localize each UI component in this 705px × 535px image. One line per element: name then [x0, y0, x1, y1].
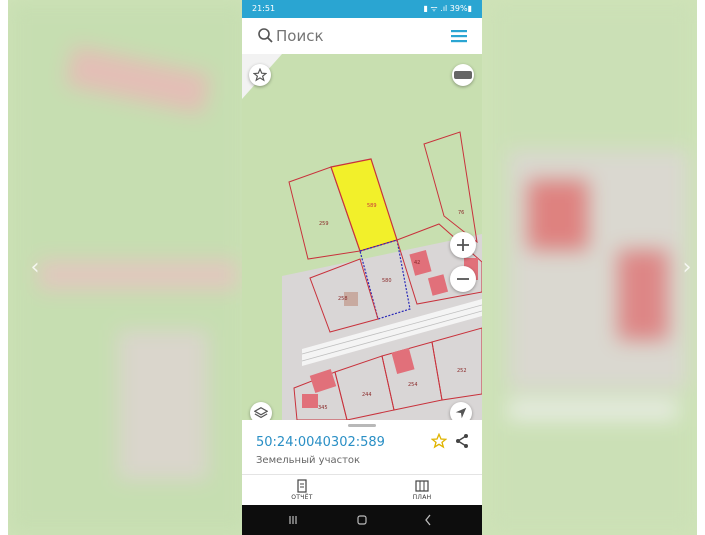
- parcel-label: 244: [362, 392, 372, 398]
- search-input[interactable]: [276, 26, 426, 46]
- gallery-next-button[interactable]: ›: [678, 255, 696, 281]
- star-icon: [253, 68, 267, 82]
- phone-screen: 21:51 ▮ ᯤ .ıl 39%▮ Поиск 589 259 76 580 …: [242, 0, 482, 535]
- menu-icon[interactable]: [450, 28, 468, 44]
- zoom-in-icon: [457, 239, 469, 251]
- bottom-tabs: ОТЧЁТ ПЛАН: [242, 474, 482, 505]
- locate-icon: [455, 407, 467, 419]
- search-bar[interactable]: [242, 18, 482, 55]
- parcel-type: Земельный участок: [256, 455, 361, 466]
- zoom-out-icon: [457, 278, 469, 280]
- parcel-label: 76: [458, 210, 464, 216]
- home-icon: [357, 515, 367, 525]
- recents-button[interactable]: [242, 505, 322, 535]
- favorites-map-button[interactable]: [249, 64, 271, 86]
- parcel-label: 254: [408, 382, 418, 388]
- parcel-label: 259: [319, 221, 329, 227]
- star-icon[interactable]: [431, 433, 447, 449]
- layers-badge-button[interactable]: [452, 64, 474, 86]
- layers-icon: [254, 407, 268, 419]
- gallery-prev-button[interactable]: ‹: [26, 255, 44, 281]
- status-bar: 21:51 ▮ ᯤ .ıl 39%▮: [242, 0, 482, 18]
- parcel-label: 258: [338, 296, 348, 302]
- share-icon[interactable]: [454, 433, 470, 449]
- android-nav-bar: [242, 505, 482, 535]
- status-time: 21:51: [252, 4, 276, 13]
- layers-badge-icon: [454, 71, 472, 79]
- zoom-out-button[interactable]: [450, 266, 476, 292]
- home-button[interactable]: [322, 505, 402, 535]
- parcel-label: 252: [457, 368, 467, 374]
- tab-report[interactable]: ОТЧЁТ: [242, 475, 362, 505]
- map-view[interactable]: 589 259 76 580 42 258 252 254 244 345: [242, 54, 482, 420]
- tab-plan-label: ПЛАН: [412, 494, 432, 501]
- cadastral-number[interactable]: 50:24:0040302:589: [256, 435, 385, 450]
- back-icon: [425, 514, 431, 526]
- search-icon: [258, 28, 273, 43]
- back-button[interactable]: [402, 505, 482, 535]
- recents-icon: [289, 516, 297, 524]
- parcel-label: 42: [414, 260, 420, 266]
- parcel-label: 580: [382, 278, 392, 284]
- parcel-label: 589: [367, 203, 377, 209]
- status-icons: ▮ ᯤ .ıl 39%▮: [423, 4, 472, 13]
- layers-button[interactable]: [250, 402, 272, 420]
- plan-icon: [415, 480, 429, 492]
- parcel-info-sheet[interactable]: 50:24:0040302:589 Земельный участок: [242, 420, 482, 474]
- tab-report-label: ОТЧЁТ: [291, 494, 313, 501]
- zoom-in-button[interactable]: [450, 232, 476, 258]
- parcel-label: 345: [318, 405, 328, 411]
- tab-plan[interactable]: ПЛАН: [362, 475, 482, 505]
- sheet-drag-handle[interactable]: [348, 424, 376, 427]
- cadastral-map[interactable]: 589 259 76 580 42 258 252 254 244 345: [242, 54, 482, 420]
- locate-button[interactable]: [450, 402, 472, 420]
- report-icon: [297, 479, 307, 493]
